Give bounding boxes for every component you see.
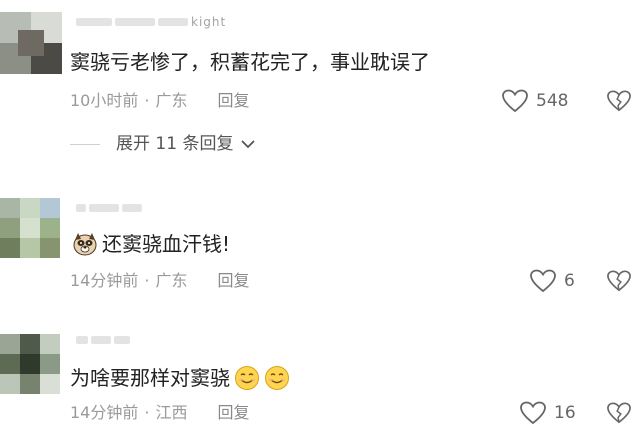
- heart-outline-icon: [502, 89, 528, 113]
- expand-replies-label: 展开 11 条回复: [116, 134, 234, 154]
- separator: ·: [144, 271, 150, 290]
- smiley-emoji-icon: [235, 366, 259, 390]
- avatar[interactable]: [0, 12, 62, 74]
- like-button[interactable]: 16: [520, 400, 576, 425]
- like-button[interactable]: 6: [530, 268, 575, 294]
- comment-text: 还窦骁血汗钱!: [72, 230, 230, 258]
- comment-text-content: 还窦骁血汗钱!: [102, 232, 231, 256]
- location: 广东: [155, 91, 188, 110]
- separator: ·: [144, 403, 150, 422]
- like-button[interactable]: 548: [502, 88, 568, 114]
- smiley-emoji-icon: [265, 366, 289, 390]
- comment-meta: 14分钟前 · 江西 回复: [70, 402, 250, 424]
- like-count: 6: [564, 271, 575, 291]
- reply-button[interactable]: 回复: [217, 402, 249, 424]
- username[interactable]: [76, 200, 145, 216]
- expand-replies-button[interactable]: 展开 11 条回复: [70, 132, 256, 156]
- comment-meta: 14分钟前 · 广东 回复: [70, 270, 250, 292]
- like-count: 16: [554, 403, 576, 423]
- username[interactable]: kight: [76, 14, 226, 30]
- comment-text: 窦骁亏老惨了，积蓄花完了，事业耽误了: [70, 48, 430, 76]
- timestamp: 14分钟前: [70, 403, 139, 422]
- like-count: 548: [536, 91, 569, 111]
- username[interactable]: [76, 332, 133, 348]
- location: 江西: [155, 403, 188, 422]
- timestamp: 14分钟前: [70, 271, 139, 290]
- chevron-down-icon: [241, 140, 256, 149]
- broken-heart-icon[interactable]: [607, 269, 631, 293]
- broken-heart-icon[interactable]: [607, 401, 631, 425]
- comment-list: kight 窦骁亏老惨了，积蓄花完了，事业耽误了 10小时前 · 广东 回复 5…: [0, 0, 640, 425]
- comment-text-content: 窦骁亏老惨了，积蓄花完了，事业耽误了: [70, 50, 430, 74]
- divider: [70, 143, 100, 145]
- comment-meta: 10小时前 · 广东 回复: [70, 90, 250, 112]
- heart-outline-icon: [530, 269, 556, 293]
- comment-text-content: 为啥要那样对窦骁: [70, 366, 230, 390]
- heart-outline-icon: [520, 401, 546, 425]
- separator: ·: [144, 91, 150, 110]
- comment-text: 为啥要那样对窦骁: [70, 364, 290, 392]
- reply-button[interactable]: 回复: [217, 270, 249, 292]
- reply-button[interactable]: 回复: [217, 90, 249, 112]
- username-text: kight: [191, 15, 227, 29]
- location: 广东: [155, 271, 188, 290]
- timestamp: 10小时前: [70, 91, 139, 110]
- avatar[interactable]: [0, 198, 60, 258]
- broken-heart-icon[interactable]: [607, 89, 631, 113]
- dog-emoji-icon: [73, 233, 97, 256]
- avatar[interactable]: [0, 334, 60, 394]
